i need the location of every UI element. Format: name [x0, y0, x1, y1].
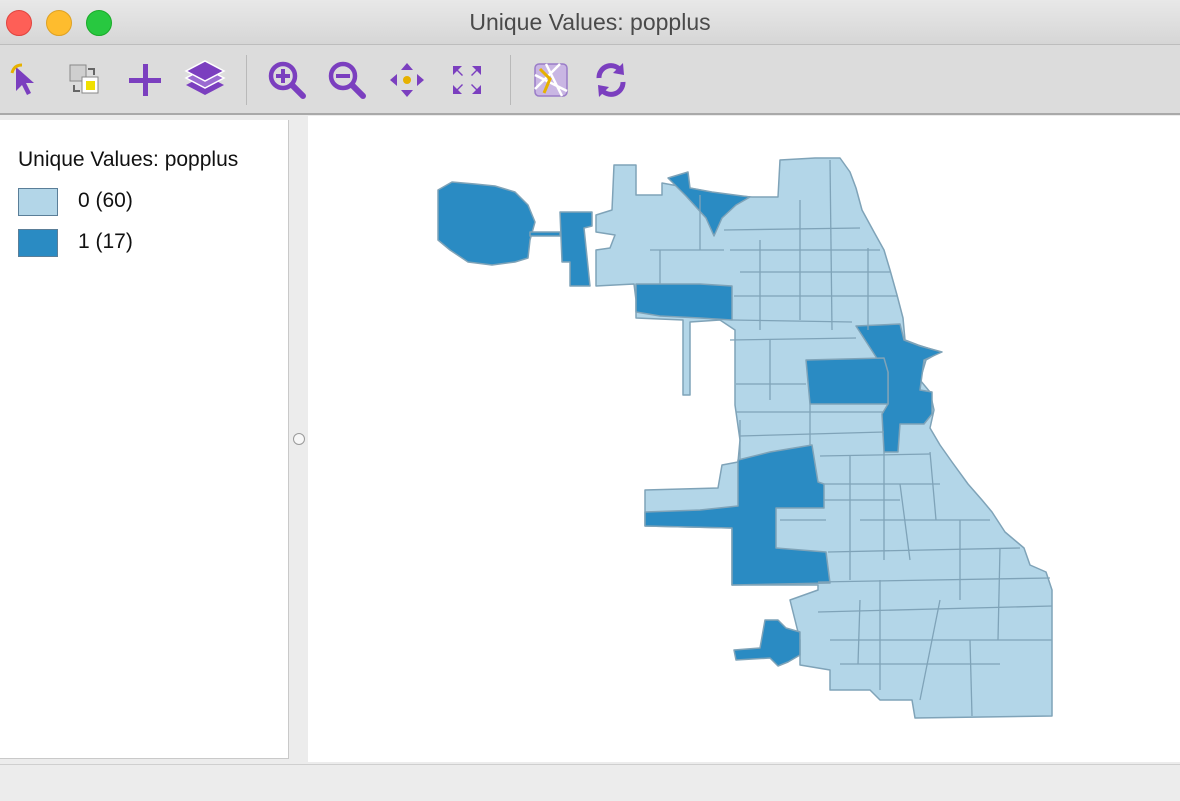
legend-label: 0 (60) — [78, 189, 133, 212]
layers-button[interactable] — [180, 55, 230, 105]
select-pointer-icon — [10, 63, 34, 95]
window-title: Unique Values: popplus — [469, 9, 711, 35]
central-west-area — [805, 357, 889, 405]
full-extent-button[interactable] — [442, 55, 492, 105]
selection-shape-button[interactable] — [60, 55, 110, 105]
add-plus-icon — [129, 64, 161, 96]
map-canvas[interactable] — [308, 116, 1180, 762]
title-bar: Unique Values: popplus — [0, 0, 1180, 45]
northwest-band — [635, 283, 733, 321]
pane-splitter[interactable] — [289, 116, 307, 762]
splitter-handle-icon[interactable] — [293, 433, 305, 445]
choropleth-map — [437, 157, 1053, 719]
north-west-pocket — [559, 211, 593, 287]
south-pocket — [733, 619, 801, 667]
zoom-in-button[interactable] — [262, 55, 312, 105]
refresh-icon — [596, 63, 626, 97]
city-area-0 — [595, 157, 1053, 719]
legend-swatch-light — [18, 188, 58, 216]
legend-label: 1 (17) — [78, 230, 133, 253]
pan-icon — [390, 63, 424, 97]
ohare-connector — [529, 231, 561, 237]
select-tool-button[interactable] — [2, 55, 52, 105]
layers-icon — [184, 60, 226, 95]
toolbar-separator — [246, 55, 247, 105]
legend-title: Unique Values: popplus — [18, 148, 239, 171]
pan-button[interactable] — [382, 55, 432, 105]
basemap-button[interactable] — [526, 55, 576, 105]
zoom-out-button[interactable] — [322, 55, 372, 105]
selection-shape-icon — [69, 64, 99, 94]
toolbar-separator — [510, 55, 511, 105]
basemap-icon — [534, 63, 568, 97]
zoom-out-icon — [328, 61, 366, 99]
add-button[interactable] — [120, 55, 170, 105]
toolbar — [0, 45, 1180, 115]
full-extent-icon — [453, 66, 481, 94]
zoom-in-icon — [268, 61, 306, 99]
refresh-button[interactable] — [586, 55, 636, 105]
legend-swatch-dark — [18, 229, 58, 257]
ohare-area — [437, 181, 536, 266]
status-bar — [0, 764, 1180, 801]
